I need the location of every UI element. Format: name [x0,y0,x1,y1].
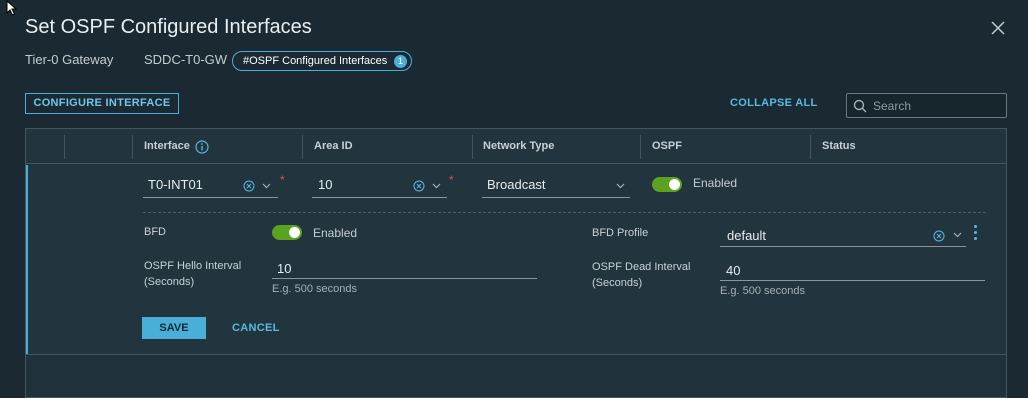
row-divider [26,354,1006,355]
bfd-profile-select-underline [720,246,966,247]
interface-select-value[interactable]: T0-INT01 [148,177,203,192]
detail-divider [143,212,986,213]
chevron-down-icon[interactable] [616,183,625,189]
dead-interval-underline [720,280,985,281]
bfd-profile-label: BFD Profile [592,227,649,239]
configured-interfaces-pill[interactable]: #OSPF Configured Interfaces 1 [232,51,412,71]
column-header-interface[interactable]: Interface [144,140,190,152]
area-id-select-value[interactable]: 10 [318,177,332,192]
breadcrumb-gateway-name: SDDC-T0-GW [144,52,228,67]
bfd-profile-select-value[interactable]: default [727,228,766,243]
save-button[interactable]: SAVE [142,317,206,339]
column-separator [132,135,133,159]
collapse-all-button[interactable]: COLLAPSE ALL [730,97,818,109]
column-separator [810,135,811,159]
close-icon[interactable] [990,20,1006,36]
dead-interval-label-line1: OSPF Dead Interval [592,261,691,273]
hello-interval-label: OSPF Hello Interval (Seconds) [144,258,241,290]
chevron-down-icon[interactable] [262,183,271,189]
cancel-button[interactable]: CANCEL [232,322,280,334]
hello-interval-hint: E.g. 500 seconds [272,283,358,295]
dialog-title: Set OSPF Configured Interfaces [25,16,312,38]
hello-interval-label-line2: (Seconds) [144,276,195,288]
pill-count-badge: 1 [394,55,407,68]
required-asterisk: * [449,173,454,187]
toggle-knob [289,227,300,238]
column-header-ospf[interactable]: OSPF [652,140,682,152]
info-icon[interactable] [195,140,209,154]
hello-interval-input[interactable]: 10 [277,261,291,276]
column-separator [64,135,65,159]
pill-label: #OSPF Configured Interfaces [243,55,388,67]
hello-interval-underline [272,278,537,279]
column-separator [472,135,473,159]
dead-interval-label: OSPF Dead Interval (Seconds) [592,259,690,291]
search-placeholder: Search [873,99,912,113]
dead-interval-input[interactable]: 40 [726,263,740,278]
toggle-knob [669,179,680,190]
required-asterisk: * [280,173,285,187]
clear-icon[interactable] [243,180,255,192]
area-id-select-underline [312,197,447,198]
network-type-select-value[interactable]: Broadcast [487,177,546,192]
bfd-label: BFD [144,226,166,238]
ospf-toggle-label: Enabled [693,176,738,190]
ospf-toggle[interactable] [652,177,682,192]
column-separator [640,135,641,159]
chevron-down-icon[interactable] [953,232,962,238]
chevron-down-icon[interactable] [432,183,441,189]
breadcrumb-gateway-type: Tier-0 Gateway [25,52,114,67]
column-header-status[interactable]: Status [822,140,856,152]
bfd-toggle-label: Enabled [313,226,358,240]
cursor-icon [6,0,18,16]
configure-interface-button[interactable]: CONFIGURE INTERFACE [25,93,179,114]
hello-interval-label-line1: OSPF Hello Interval [144,260,242,272]
column-header-network-type[interactable]: Network Type [483,140,554,152]
search-icon [853,99,867,113]
clear-icon[interactable] [413,180,425,192]
network-type-select-underline [482,197,630,198]
bfd-toggle[interactable] [272,225,302,240]
search-input[interactable]: Search [846,93,1007,118]
column-separator [302,135,303,159]
clear-icon[interactable] [933,230,945,242]
dead-interval-label-line2: (Seconds) [592,277,643,289]
kebab-icon[interactable] [974,225,978,242]
column-header-area-id[interactable]: Area ID [314,140,353,152]
interface-select-underline [143,197,278,198]
dead-interval-hint: E.g. 500 seconds [720,285,806,297]
